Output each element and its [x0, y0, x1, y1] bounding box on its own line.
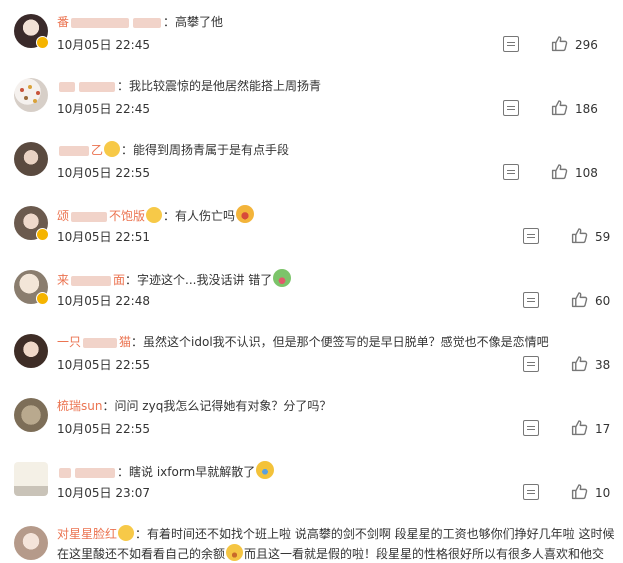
username-link[interactable]: 番 — [57, 15, 163, 29]
crying-face-emoji-icon — [256, 461, 275, 479]
comment-text: 瞎说 ixform早就解散了 — [129, 465, 256, 479]
comment-timestamp: 10月05日 22:55 — [57, 422, 150, 436]
avatar[interactable] — [14, 334, 48, 368]
comment-body: 对星星脸红 ：有着时间还不如找个班上啦 说高攀的剑不剑啊 段星星的工资也够你们挣好… — [57, 525, 615, 561]
comment-item: 来面：字迹这个...我没话讲 错了 10月05日 22:48 60 — [0, 256, 623, 320]
comment-item: 番：高攀了他 10月05日 22:45 296 — [0, 0, 623, 64]
comment-timestamp: 10月05日 22:51 — [57, 230, 150, 244]
avatar[interactable] — [14, 78, 48, 112]
username-link[interactable] — [57, 79, 117, 93]
avatar[interactable] — [14, 526, 48, 560]
smile-emoji-icon — [226, 544, 244, 561]
comment-actions: 60 — [523, 292, 623, 312]
comment-body: 番：高攀了他 — [57, 15, 224, 29]
like-count: 59 — [595, 230, 611, 244]
username-link[interactable]: 对星星脸红 — [57, 527, 117, 541]
username-link[interactable]: 梳瑞sun — [57, 399, 102, 413]
comment-reply-icon[interactable] — [523, 484, 539, 500]
username-link[interactable]: 乙 — [57, 143, 103, 157]
comment-text: 能得到周扬青属于是有点手段 — [133, 143, 290, 157]
comment-item: 对星星脸红 ：有着时间还不如找个班上啦 说高攀的剑不剑啊 段星星的工资也够你们挣好… — [0, 512, 623, 563]
comment-actions: 38 — [523, 356, 623, 376]
comment-reply-icon[interactable] — [503, 164, 519, 180]
username-link[interactable]: 颂不饱版 — [57, 209, 145, 223]
comment-timestamp: 10月05日 22:45 — [57, 38, 150, 52]
thumbs-up-icon[interactable] — [571, 291, 588, 308]
comment-reply-icon[interactable] — [503, 36, 519, 52]
comment-body: 来面：字迹这个...我没话讲 错了 — [57, 269, 292, 289]
thumbs-up-icon[interactable] — [551, 99, 568, 116]
comment-item: 一只 猫：虽然这个idol我不认识，但是那个便签写的是早日脱单？感觉也不像是恋情吧… — [0, 320, 623, 384]
like-count: 186 — [575, 102, 598, 116]
comment-timestamp: 10月05日 22:45 — [57, 102, 150, 116]
comment-actions: 186 — [503, 100, 623, 120]
comment-item: ：瞎说 ixform早就解散了 10月05日 23:07 10 — [0, 448, 623, 512]
thumbs-up-icon[interactable] — [571, 355, 588, 372]
comment-actions: 17 — [523, 420, 623, 440]
comment-body: ：我比较震惊的是他居然能搭上周扬青 — [57, 77, 321, 95]
like-count: 17 — [595, 422, 611, 436]
comment-text-continued: 而且这一看就是假的啦！段星星的性格很好所以有很多人喜欢和他交 — [244, 547, 605, 561]
like-count: 38 — [595, 358, 611, 372]
comment-actions: 10 — [523, 484, 623, 504]
comment-actions: 296 — [503, 36, 623, 56]
comment-body: 颂不饱版 ：有人伤亡吗 — [57, 205, 255, 225]
verified-badge-icon — [36, 36, 49, 49]
comment-body: 梳瑞sun：问问 zyq我怎么记得她有对象？分了吗？ — [57, 399, 332, 413]
thumbs-up-icon[interactable] — [571, 419, 588, 436]
avatar[interactable] — [14, 462, 48, 496]
comment-reply-icon[interactable] — [523, 420, 539, 436]
comment-actions: 59 — [523, 228, 623, 248]
comment-text: 有人伤亡吗 — [175, 209, 236, 223]
comment-timestamp: 10月05日 22:48 — [57, 294, 150, 308]
avatar[interactable] — [14, 206, 49, 241]
avatar[interactable] — [14, 142, 48, 176]
comment-reply-icon[interactable] — [523, 228, 539, 244]
comment-text: 问问 zyq我怎么记得她有对象？分了吗？ — [114, 399, 332, 413]
comment-list: 番：高攀了他 10月05日 22:45 296 ：我比较震惊的是他居然能搭上周扬… — [0, 0, 623, 563]
username-link[interactable]: 来面 — [57, 273, 125, 287]
thumbs-up-icon[interactable] — [571, 483, 588, 500]
comment-timestamp: 10月05日 22:55 — [57, 166, 150, 180]
comment-item: ：我比较震惊的是他居然能搭上周扬青 10月05日 22:45 186 — [0, 64, 623, 128]
comment-text: 虽然这个idol我不认识，但是那个便签写的是早日脱单？感觉也不像是恋情吧 — [143, 335, 549, 349]
verified-badge-icon — [36, 292, 49, 305]
username-link[interactable] — [57, 465, 117, 479]
comment-timestamp: 10月05日 22:55 — [57, 358, 150, 372]
comment-body: 一只 猫：虽然这个idol我不认识，但是那个便签写的是早日脱单？感觉也不像是恋情吧 — [57, 335, 549, 349]
scared-face-emoji-icon — [236, 205, 255, 223]
crown-emoji-icon — [118, 525, 135, 541]
thumbs-up-icon[interactable] — [551, 35, 568, 52]
comment-item: 乙：能得到周扬青属于是有点手段 10月05日 22:55 108 — [0, 128, 623, 192]
thumbs-up-icon[interactable] — [551, 163, 568, 180]
crown-emoji-icon — [104, 141, 121, 157]
username-link[interactable]: 一只猫 — [57, 335, 131, 349]
comment-item: 颂不饱版 ：有人伤亡吗 10月05日 22:51 59 — [0, 192, 623, 256]
like-count: 108 — [575, 166, 598, 180]
avatar[interactable] — [14, 270, 49, 305]
comment-text: 字迹这个...我没话讲 错了 — [137, 273, 273, 287]
like-count: 296 — [575, 38, 598, 52]
comment-reply-icon[interactable] — [503, 100, 519, 116]
crown-emoji-icon — [146, 207, 163, 223]
verified-badge-icon — [36, 228, 49, 241]
comment-body: 乙：能得到周扬青属于是有点手段 — [57, 141, 289, 159]
thumbs-up-icon[interactable] — [571, 227, 588, 244]
comment-reply-icon[interactable] — [523, 356, 539, 372]
frog-emoji-icon — [273, 269, 292, 287]
comment-reply-icon[interactable] — [523, 292, 539, 308]
like-count: 10 — [595, 486, 611, 500]
comment-body: ：瞎说 ixform早就解散了 — [57, 461, 275, 481]
comment-text: 高攀了他 — [175, 15, 224, 29]
avatar[interactable] — [14, 14, 49, 49]
comment-text: 我比较震惊的是他居然能搭上周扬青 — [129, 79, 322, 93]
avatar-dots — [20, 85, 40, 103]
like-count: 60 — [595, 294, 611, 308]
comment-item: 梳瑞sun：问问 zyq我怎么记得她有对象？分了吗？ 10月05日 22:55 … — [0, 384, 623, 448]
comment-actions: 108 — [503, 164, 623, 184]
avatar[interactable] — [14, 398, 48, 432]
comment-timestamp: 10月05日 23:07 — [57, 486, 150, 500]
